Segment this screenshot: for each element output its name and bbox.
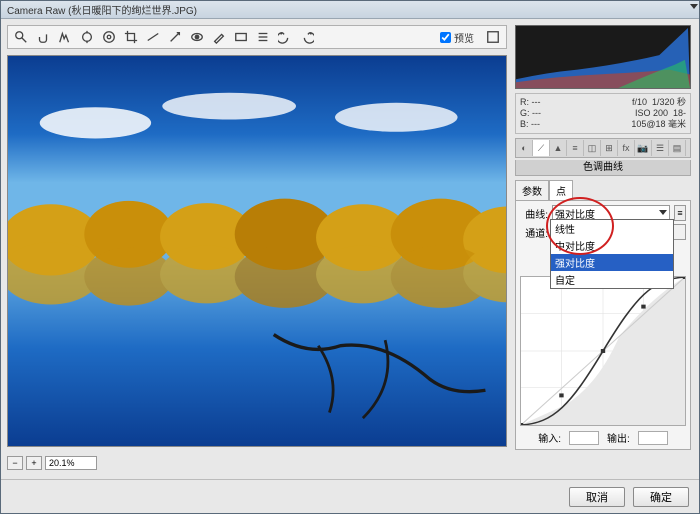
white-balance-icon[interactable] bbox=[56, 28, 74, 46]
subtab-parametric[interactable]: 参数 bbox=[515, 180, 549, 200]
subtab-point[interactable]: 点 bbox=[549, 180, 573, 200]
output-label: 输出: bbox=[607, 430, 630, 445]
zoom-value[interactable]: 20.1% bbox=[45, 456, 97, 470]
red-eye-icon[interactable] bbox=[188, 28, 206, 46]
tab-fx-icon[interactable]: fx bbox=[618, 140, 635, 156]
ok-button[interactable]: 确定 bbox=[633, 487, 689, 507]
curve-output-field[interactable] bbox=[638, 431, 668, 445]
dd-strong-contrast[interactable]: 强对比度 bbox=[551, 254, 673, 271]
tab-tone-curve-icon[interactable]: ⟋ bbox=[533, 140, 550, 156]
curve-menu-icon[interactable]: ≡ bbox=[674, 205, 686, 221]
tab-hsl-icon[interactable]: ≡ bbox=[567, 140, 584, 156]
preview-label: 预览 bbox=[454, 30, 474, 45]
window-title: Camera Raw (秋日暖阳下的绚烂世界.JPG) bbox=[7, 2, 197, 17]
cancel-button[interactable]: 取消 bbox=[569, 487, 625, 507]
zoom-in-button[interactable]: + bbox=[26, 456, 42, 470]
prefs-icon[interactable] bbox=[254, 28, 272, 46]
curve-input-field[interactable] bbox=[569, 431, 599, 445]
zoom-tool-icon[interactable] bbox=[12, 28, 30, 46]
tab-detail-icon[interactable]: ▲ bbox=[550, 140, 567, 156]
right-pane: R: --- G: --- B: --- f/10 1/320 秒 ISO 20… bbox=[513, 19, 699, 479]
curve-controls: 曲线: 强对比度 ≡ 通道: 线性 中对比度 强对比度 自定 bbox=[515, 200, 691, 450]
tab-lens-icon[interactable]: ⊞ bbox=[601, 140, 618, 156]
color-sampler-icon[interactable] bbox=[78, 28, 96, 46]
target-adjust-icon[interactable] bbox=[100, 28, 118, 46]
footer: 取消 确定 bbox=[1, 479, 699, 513]
preview-checkbox-input[interactable] bbox=[440, 32, 451, 43]
rotate-cw-icon[interactable] bbox=[298, 28, 316, 46]
graduated-filter-icon[interactable] bbox=[232, 28, 250, 46]
tab-calibration-icon[interactable]: 📷 bbox=[635, 140, 652, 156]
rotate-ccw-icon[interactable] bbox=[276, 28, 294, 46]
input-label: 输入: bbox=[538, 430, 561, 445]
fullscreen-icon[interactable] bbox=[484, 28, 502, 46]
zoom-out-button[interactable]: − bbox=[7, 456, 23, 470]
dd-linear[interactable]: 线性 bbox=[551, 220, 673, 237]
straighten-icon[interactable] bbox=[144, 28, 162, 46]
tab-presets-icon[interactable]: ☰ bbox=[652, 140, 669, 156]
curve-dropdown: 线性 中对比度 强对比度 自定 bbox=[550, 219, 674, 289]
toolbar: 预览 bbox=[7, 25, 507, 49]
panel-title: 色调曲线 bbox=[515, 160, 691, 176]
left-pane: 预览 bbox=[1, 19, 513, 479]
preview-checkbox[interactable]: 预览 bbox=[440, 30, 474, 45]
hand-tool-icon[interactable] bbox=[34, 28, 52, 46]
curve-io: 输入: 输出: bbox=[520, 430, 686, 445]
titlebar: Camera Raw (秋日暖阳下的绚烂世界.JPG) bbox=[1, 1, 699, 19]
spot-removal-icon[interactable] bbox=[166, 28, 184, 46]
adjustment-brush-icon[interactable] bbox=[210, 28, 228, 46]
panel-tabs: ◐ ⟋ ▲ ≡ ◫ ⊞ fx 📷 ☰ ▤ bbox=[515, 138, 691, 158]
curve-subtabs: 参数 点 bbox=[515, 180, 691, 200]
crop-tool-icon[interactable] bbox=[122, 28, 140, 46]
image-preview[interactable] bbox=[7, 55, 507, 447]
camera-raw-window: Camera Raw (秋日暖阳下的绚烂世界.JPG) bbox=[0, 0, 700, 514]
zoom-bar: − + 20.1% bbox=[7, 453, 507, 473]
info-box: R: --- G: --- B: --- f/10 1/320 秒 ISO 20… bbox=[515, 93, 691, 134]
dd-custom[interactable]: 自定 bbox=[551, 271, 673, 288]
tab-split-icon[interactable]: ◫ bbox=[584, 140, 601, 156]
tab-snapshots-icon[interactable]: ▤ bbox=[669, 140, 686, 156]
histogram[interactable] bbox=[515, 25, 691, 89]
channel-label: 通道: bbox=[520, 225, 548, 240]
photo-content bbox=[8, 56, 506, 446]
content-area: 预览 bbox=[1, 19, 699, 479]
curve-graph[interactable] bbox=[520, 276, 686, 426]
dd-medium-contrast[interactable]: 中对比度 bbox=[551, 237, 673, 254]
tab-basic-icon[interactable]: ◐ bbox=[516, 140, 533, 156]
curve-label: 曲线: bbox=[520, 206, 548, 221]
